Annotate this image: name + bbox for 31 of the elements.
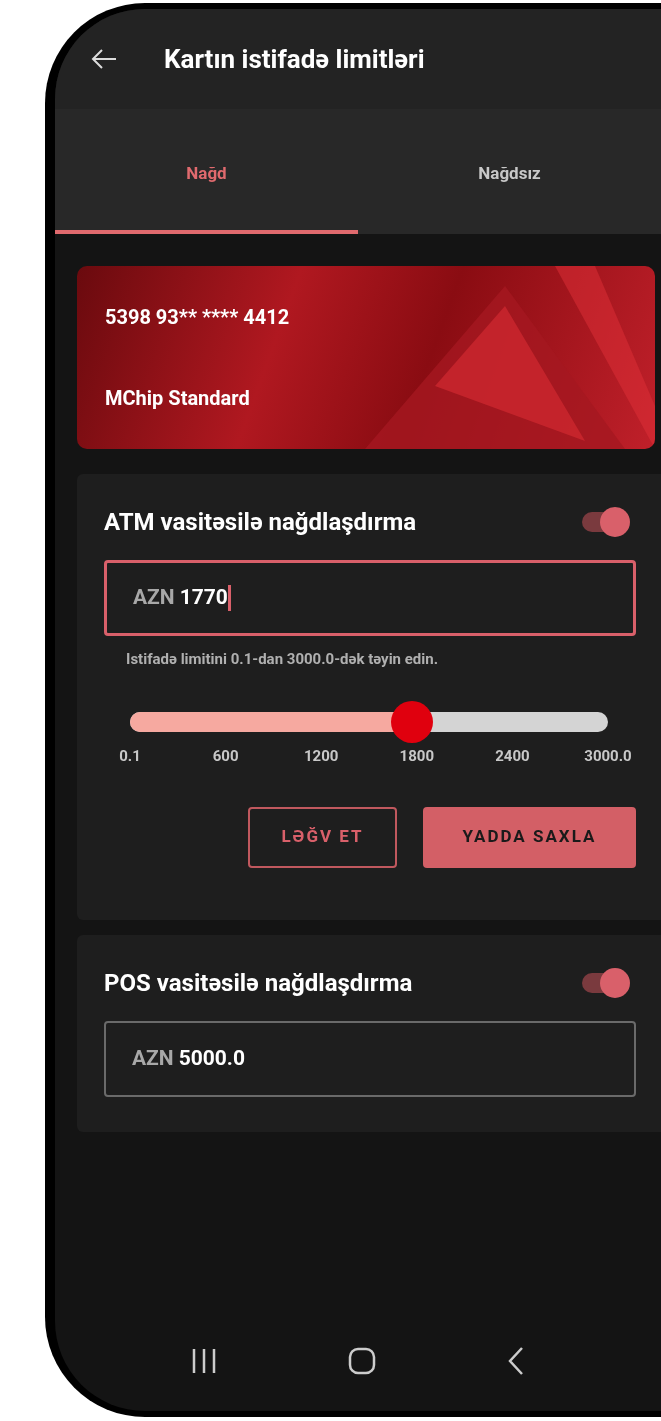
currency-label: AZN	[132, 1044, 174, 1072]
slider-track[interactable]	[130, 711, 608, 732]
screen-title: Kartın istifadə limitləri	[164, 42, 425, 76]
tick-label: 1800	[399, 745, 434, 767]
home-icon[interactable]	[348, 1347, 376, 1375]
tick-label: 1200	[303, 745, 339, 767]
tick-label: 0.1	[119, 745, 141, 767]
tick-label: 3000.0	[584, 745, 632, 767]
hint-text: Istifadə limitini 0.1-dan 3000.0-dək təyin edin.	[125, 649, 440, 670]
tab[interactable]: Nağdsız	[358, 159, 661, 234]
amount-field[interactable]: AZN 5000.0	[104, 1020, 636, 1097]
currency-label: AZN	[133, 584, 175, 612]
limit-title: ATM vasitəsilə nağdlaşdırma	[104, 507, 417, 538]
save-button[interactable]: YADDA SAXLA	[423, 806, 636, 868]
card-number: 5398 93** **** 4412	[105, 304, 291, 331]
toggle-switch[interactable]	[580, 967, 630, 998]
tick-label: 600	[212, 745, 239, 767]
amount-field[interactable]: AZN 1770	[104, 560, 636, 636]
slider-thumb[interactable]	[391, 700, 433, 743]
amount-value: 1770	[179, 584, 228, 612]
card-name: MChip Standard	[105, 385, 251, 412]
toggle-switch[interactable]	[580, 507, 630, 537]
amount-value: 5000.0	[178, 1044, 245, 1072]
tab[interactable]: Nağd	[55, 159, 358, 234]
back-icon[interactable]	[91, 48, 117, 70]
text-cursor	[227, 585, 231, 611]
limit-title: POS vasitəsilə nağdlaşdırma	[104, 967, 413, 999]
back-icon[interactable]	[507, 1346, 526, 1376]
recent-apps-icon[interactable]	[190, 1347, 217, 1375]
tick-label: 2400	[495, 745, 530, 767]
cancel-button[interactable]: LƏĞV ET	[248, 806, 397, 868]
